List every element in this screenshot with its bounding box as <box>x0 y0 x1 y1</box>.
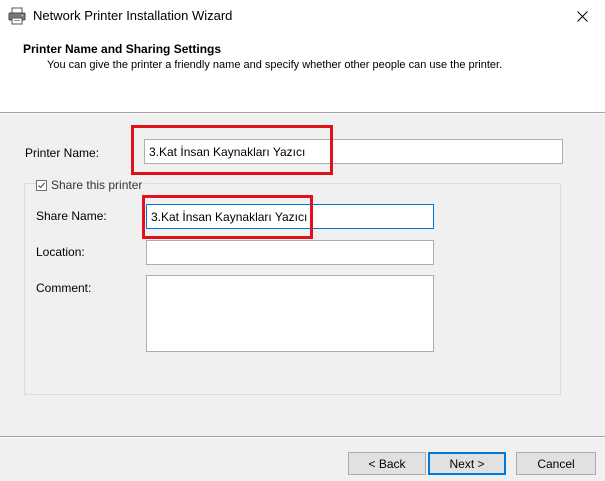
close-icon <box>577 10 588 22</box>
footer-divider-highlight <box>0 437 605 438</box>
share-printer-checkbox[interactable]: Share this printer <box>36 178 146 192</box>
share-name-label: Share Name: <box>36 209 107 223</box>
location-label: Location: <box>36 245 85 259</box>
window-title: Network Printer Installation Wizard <box>33 8 233 23</box>
page-title: Printer Name and Sharing Settings <box>23 42 222 56</box>
share-printer-label: Share this printer <box>51 178 143 192</box>
page-subtitle: You can give the printer a friendly name… <box>47 59 503 71</box>
cancel-button[interactable]: Cancel <box>516 452 596 475</box>
close-button[interactable] <box>560 0 605 32</box>
printer-name-label: Printer Name: <box>25 146 100 160</box>
printer-name-input[interactable] <box>144 139 563 164</box>
comment-label: Comment: <box>36 281 92 295</box>
title-bar: Network Printer Installation Wizard <box>0 0 605 32</box>
checkmark-icon <box>38 182 45 188</box>
printer-icon <box>8 7 26 25</box>
next-button[interactable]: Next > <box>428 452 506 475</box>
comment-textarea[interactable] <box>146 275 434 352</box>
back-button[interactable]: < Back <box>348 452 426 475</box>
checkbox-box[interactable] <box>36 179 47 191</box>
wizard-header: Printer Name and Sharing Settings You ca… <box>0 32 605 112</box>
header-divider-highlight <box>0 113 605 114</box>
location-input[interactable] <box>146 240 434 265</box>
share-name-input[interactable] <box>146 204 434 229</box>
